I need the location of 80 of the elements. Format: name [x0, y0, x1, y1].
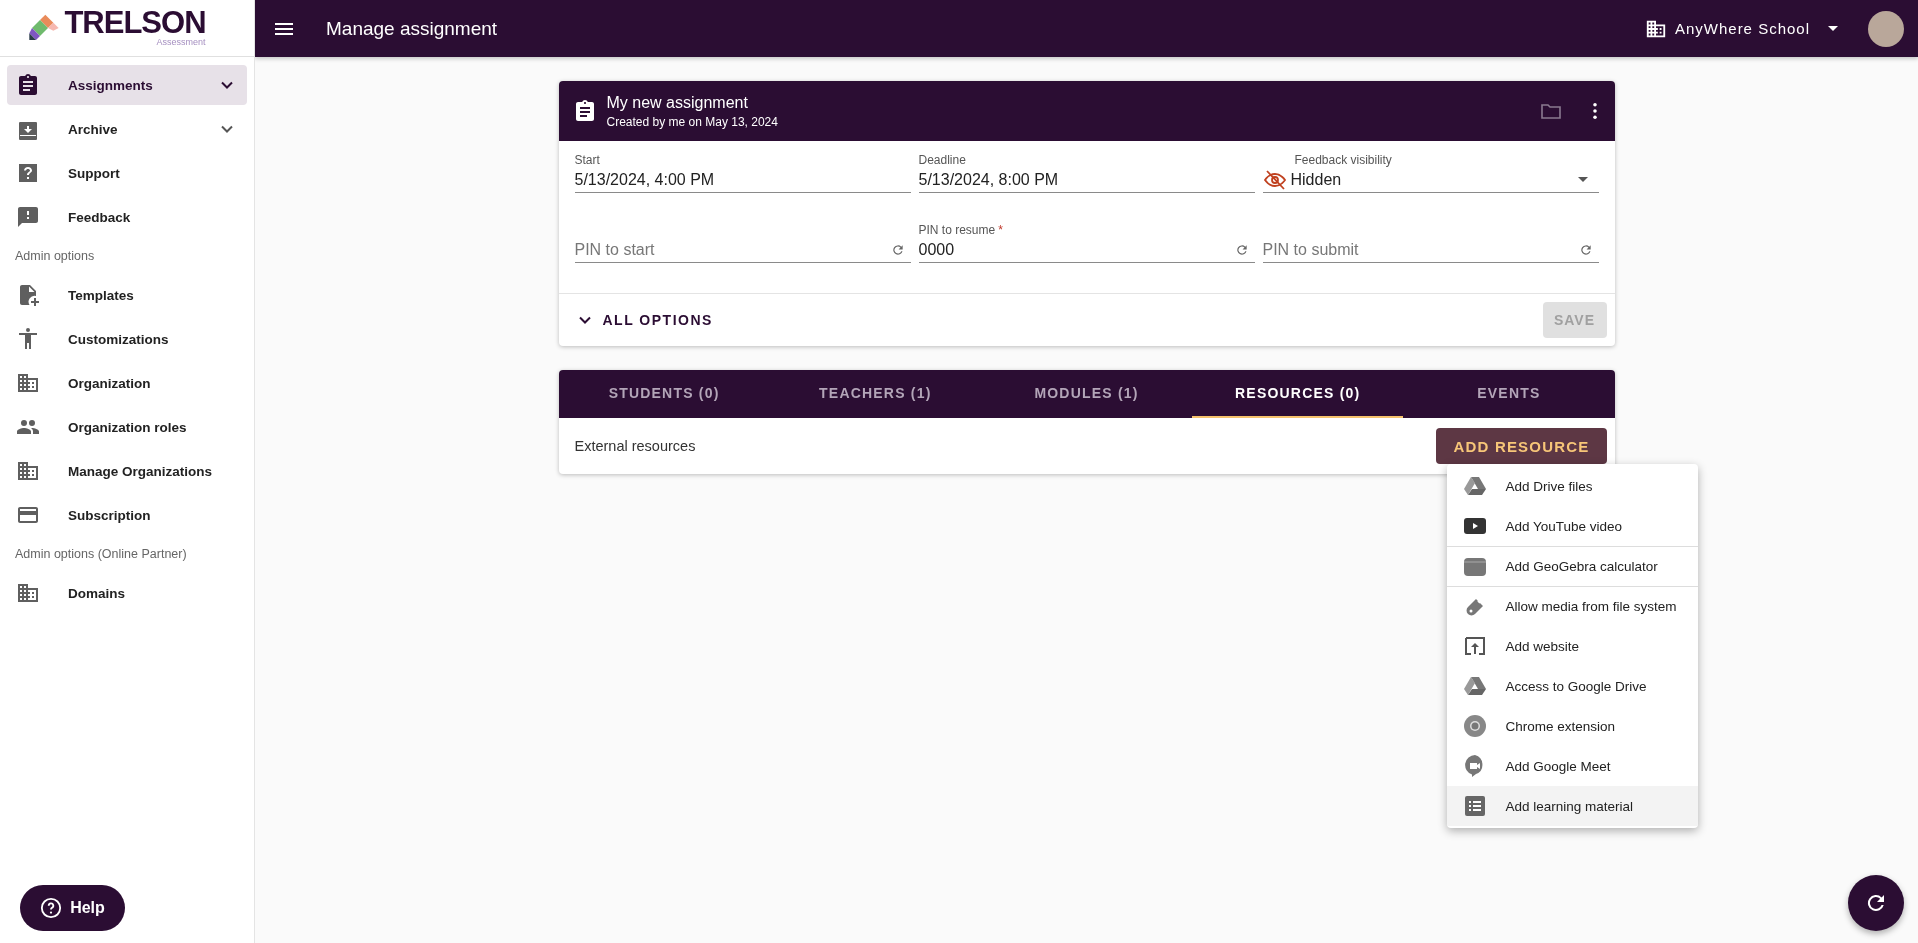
building-icon [16, 371, 40, 395]
tab[interactable]: RESOURCES (0) [1192, 370, 1404, 418]
sidebar-item[interactable]: Archive [7, 109, 247, 149]
sidebar-item[interactable]: Assignments [7, 65, 247, 105]
menu-item[interactable]: Add Drive files [1446, 466, 1698, 506]
field-label: Feedback visibility [1294, 153, 1392, 169]
sidebar-label: Templates [68, 287, 135, 303]
help-button[interactable]: Help [20, 885, 125, 931]
select-field[interactable]: Hidden [1262, 169, 1599, 193]
help-icon [16, 161, 40, 185]
menu-item[interactable]: Chrome extension [1446, 706, 1698, 746]
sidebar-item[interactable]: Domains [7, 573, 247, 613]
sidebar-label: Subscription [68, 507, 152, 523]
field-label: Deadline [918, 153, 966, 169]
refresh-button[interactable] [1848, 875, 1904, 931]
clipboard-icon [16, 73, 40, 97]
menu-item[interactable]: Add GeoGebra calculator [1446, 546, 1698, 586]
accessibility-person-icon [16, 327, 40, 351]
tab[interactable]: EVENTS [1403, 370, 1615, 418]
input-field[interactable]: PIN to start [574, 240, 891, 259]
refresh-icon [890, 242, 905, 257]
sidebar-item[interactable]: Feedback [7, 197, 247, 237]
sidebar-item[interactable]: Manage Organizations [7, 451, 247, 491]
page-title: Manage assignment [326, 17, 499, 40]
input-field[interactable]: 5/13/2024, 4:00 PM [574, 170, 911, 189]
sidebar-item[interactable]: Organization [7, 363, 247, 403]
sidebar-item[interactable]: Customizations [7, 319, 247, 359]
sidebar-item[interactable]: Templates [7, 275, 247, 315]
chrome-circle-icon [1462, 714, 1487, 738]
sidebar-item[interactable]: Support [7, 153, 247, 193]
sidebar-label: Feedback [68, 209, 132, 225]
menu-item[interactable]: Add website [1446, 626, 1698, 666]
sidebar-label: Organization [68, 375, 152, 391]
school-selector[interactable]: AnyWhere School [1644, 17, 1838, 40]
feedback-icon [16, 205, 40, 229]
menu-item[interactable]: Allow media from file system [1446, 586, 1698, 626]
section-label: External resources [574, 438, 696, 454]
drive-triangle-icon [1462, 474, 1487, 498]
menu-item[interactable]: Add Google Meet [1446, 746, 1698, 786]
sidebar-label: Customizations [68, 331, 170, 347]
upload-window-icon [1462, 634, 1487, 658]
input-field[interactable]: PIN to submit [1262, 240, 1579, 259]
building-icon [16, 581, 40, 605]
input-field[interactable]: 5/13/2024, 8:00 PM [918, 170, 1255, 189]
avatar[interactable] [1868, 10, 1904, 47]
help-circle-icon [40, 897, 63, 919]
logo-tagline: Assessment [156, 37, 206, 47]
assignment-subtitle: Created by me on May 13, 2024 [606, 114, 779, 129]
input-field[interactable]: 0000 [918, 240, 1235, 259]
sidebar-label: Domains [68, 585, 126, 601]
menu-item[interactable]: Access to Google Drive [1446, 666, 1698, 706]
tab[interactable]: TEACHERS (1) [769, 370, 981, 418]
section-heading: Admin options (Online Partner) [14, 546, 188, 563]
tab[interactable]: STUDENTS (0) [558, 370, 770, 418]
sidebar-label: Organization roles [68, 419, 188, 435]
field-label: PIN to resume [918, 223, 996, 239]
caret-down-icon [1577, 177, 1588, 182]
assignment-title: My new assignment [606, 93, 749, 112]
sidebar-label: Assignments [68, 77, 154, 93]
refresh-icon [1234, 242, 1249, 257]
sidebar-item[interactable]: Organization roles [7, 407, 247, 447]
sidebar-item[interactable]: Subscription [7, 495, 247, 535]
sidebar-label: Manage Organizations [68, 463, 214, 479]
logo-wordmark: TRELSON [64, 9, 206, 37]
add-resource-button[interactable]: ADD RESOURCE [1436, 428, 1607, 464]
sidebar-label: Archive [68, 121, 119, 137]
field-label: Start [574, 153, 600, 169]
menu-item[interactable]: Add learning material [1446, 786, 1698, 826]
tab[interactable]: MODULES (1) [980, 370, 1193, 418]
required-asterisk: * [998, 223, 1003, 239]
caret-down-icon [1828, 26, 1838, 31]
sidebar-label: Support [68, 165, 121, 181]
list-icon [1462, 794, 1487, 818]
more-vertical-icon [1592, 103, 1597, 119]
all-options-button[interactable]: ALL OPTIONS [574, 310, 713, 330]
drive-triangle-icon [1462, 674, 1487, 698]
building-icon [16, 459, 40, 483]
refresh-icon [1578, 242, 1593, 257]
section-heading: Admin options [14, 248, 96, 265]
menu-item[interactable]: Add YouTube video [1446, 506, 1698, 546]
